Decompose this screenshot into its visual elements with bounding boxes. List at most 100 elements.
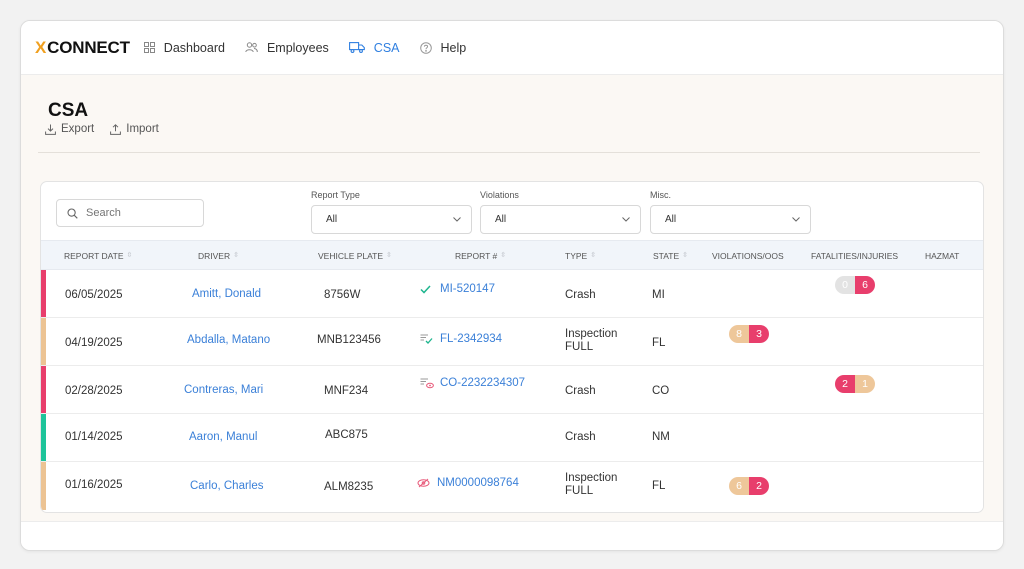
report-link[interactable]: MI-520147 [440, 283, 495, 295]
misc-label: Misc. [650, 190, 671, 200]
col-type-label: TYPE [565, 251, 588, 261]
report-type-select[interactable]: All [311, 205, 472, 234]
cell-type-line2: FULL [565, 340, 594, 353]
cell-type-line1: Inspection [565, 472, 618, 484]
nav-help[interactable]: Help [419, 40, 467, 55]
table-row[interactable]: 02/28/2025 Contreras, Mari MNF234 CO-223… [41, 366, 983, 414]
search-icon [67, 207, 78, 219]
cell-driver-link[interactable]: Amitt, Donald [192, 288, 261, 300]
eye-slash-icon [417, 478, 437, 488]
sort-icon: ⇳ [233, 252, 239, 259]
violations-oos-badge: 8 3 [729, 325, 769, 343]
col-violations-oos-label: VIOLATIONS/OOS [712, 251, 784, 261]
cell-vehicle-plate: ALM8235 [324, 481, 374, 493]
cell-report-date: 04/19/2025 [65, 337, 123, 349]
cell-driver-link[interactable]: Contreras, Mari [184, 384, 263, 396]
cell-type-line2: FULL [565, 484, 594, 497]
table-header: REPORT DATE ⇳ DRIVER ⇳ VEHICLE PLATE ⇳ REPO… [41, 240, 983, 271]
oos-count: 3 [749, 325, 769, 343]
fatalities-count: 0 [835, 276, 855, 294]
report-link[interactable]: CO-2232234307 [440, 377, 525, 389]
col-driver[interactable]: DRIVER ⇳ [198, 241, 239, 271]
col-state[interactable]: STATE ⇳ [653, 241, 688, 271]
cell-type-line1: Inspection [565, 328, 618, 340]
sort-icon: ⇳ [386, 252, 392, 259]
nav-csa-label: CSA [373, 40, 400, 55]
table-row[interactable]: 01/14/2025 Aaron, Manul ABC875 Crash NM [41, 414, 983, 462]
col-vehicle-plate-label: VEHICLE PLATE [318, 251, 384, 261]
cell-driver-link[interactable]: Carlo, Charles [190, 480, 264, 492]
table-row[interactable]: 01/16/2025 Carlo, Charles ALM8235 NM0000… [41, 462, 983, 510]
chevron-down-icon [453, 217, 461, 222]
col-hazmat-label: HAZMAT [925, 251, 960, 261]
list-check-icon [420, 334, 440, 344]
report-type-value: All [326, 214, 338, 225]
nav-help-label: Help [440, 40, 467, 55]
misc-filter: Misc. All [650, 190, 811, 234]
cell-type: Inspection FULL [565, 328, 617, 353]
csa-table-card: Report Type All Violations All Misc. All… [40, 181, 984, 513]
people-icon [245, 42, 258, 53]
top-nav-bar: X CONNECT Dashboard Employees CSA Help [21, 21, 1003, 75]
cell-state: NM [652, 431, 670, 443]
violations-select[interactable]: All [480, 205, 641, 234]
col-state-label: STATE [653, 251, 680, 261]
export-label: Export [61, 123, 95, 135]
page-title: CSA [48, 100, 89, 121]
search-box[interactable] [56, 199, 204, 227]
cell-state: MI [652, 289, 665, 301]
report-link[interactable]: FL-2342934 [440, 333, 502, 345]
cell-report-date: 01/14/2025 [65, 431, 123, 443]
logo-mark: X [35, 37, 47, 57]
cell-vehicle-plate: 8756W [324, 289, 361, 301]
cell-report-date: 02/28/2025 [65, 385, 123, 397]
cell-driver-link[interactable]: Abdalla, Matano [187, 334, 270, 346]
oos-count: 2 [749, 477, 769, 495]
misc-value: All [665, 214, 677, 225]
table-row[interactable]: 04/19/2025 Abdalla, Matano MNB123456 FL-… [41, 318, 983, 366]
app-window: X CONNECT Dashboard Employees CSA Help C… [20, 20, 1004, 551]
injuries-count: 6 [855, 276, 875, 294]
sort-icon: ⇳ [590, 252, 597, 259]
nav-csa[interactable]: CSA [348, 40, 400, 55]
col-vehicle-plate[interactable]: VEHICLE PLATE ⇳ [318, 241, 392, 271]
nav-employees-label: Employees [266, 40, 329, 55]
report-link[interactable]: NM0000098764 [437, 477, 519, 489]
col-report-num[interactable]: REPORT # ⇳ [455, 241, 506, 271]
sort-icon: ⇳ [126, 252, 133, 259]
col-driver-label: DRIVER [198, 251, 231, 261]
misc-select[interactable]: All [650, 205, 811, 234]
cell-driver-link[interactable]: Aaron, Manul [189, 431, 257, 443]
table-row[interactable]: 06/05/2025 Amitt, Donald 8756W MI-520147… [41, 270, 983, 318]
cell-type: Crash [565, 289, 596, 301]
export-button[interactable]: Export [45, 123, 94, 135]
download-icon [45, 124, 56, 135]
fatalities-injuries-badge: 0 6 [835, 276, 875, 294]
col-fatalities-injuries-label: FATALITIES/INJURIES [811, 251, 899, 261]
nav-dashboard[interactable]: Dashboard [143, 41, 225, 55]
report-type-filter: Report Type All [311, 190, 472, 234]
violations-count: 6 [729, 477, 749, 495]
nav-employees[interactable]: Employees [245, 41, 329, 55]
cell-report-num: MI-520147 [420, 283, 495, 295]
col-violations-oos: VIOLATIONS/OOS [712, 241, 784, 271]
row-status-stripe [41, 462, 46, 510]
col-type[interactable]: TYPE ⇳ [565, 241, 596, 271]
violations-oos-badge: 6 2 [729, 477, 769, 495]
violations-filter: Violations All [480, 190, 641, 234]
cell-report-date: 06/05/2025 [65, 289, 123, 301]
import-label: Import [126, 123, 159, 135]
fatalities-count: 2 [835, 375, 855, 393]
violations-count: 8 [729, 325, 749, 343]
app-logo[interactable]: X CONNECT [35, 38, 130, 58]
help-circle-icon [419, 41, 432, 54]
row-status-stripe [41, 270, 46, 317]
import-button[interactable]: Import [110, 123, 159, 135]
list-eye-icon [420, 378, 440, 389]
grid-icon [143, 42, 155, 53]
col-report-date[interactable]: REPORT DATE ⇳ [64, 241, 132, 271]
cell-type: Crash [565, 431, 596, 443]
col-fatalities-injuries: FATALITIES/INJURIES [811, 241, 898, 271]
row-status-stripe [41, 366, 46, 413]
search-input[interactable] [86, 207, 196, 219]
